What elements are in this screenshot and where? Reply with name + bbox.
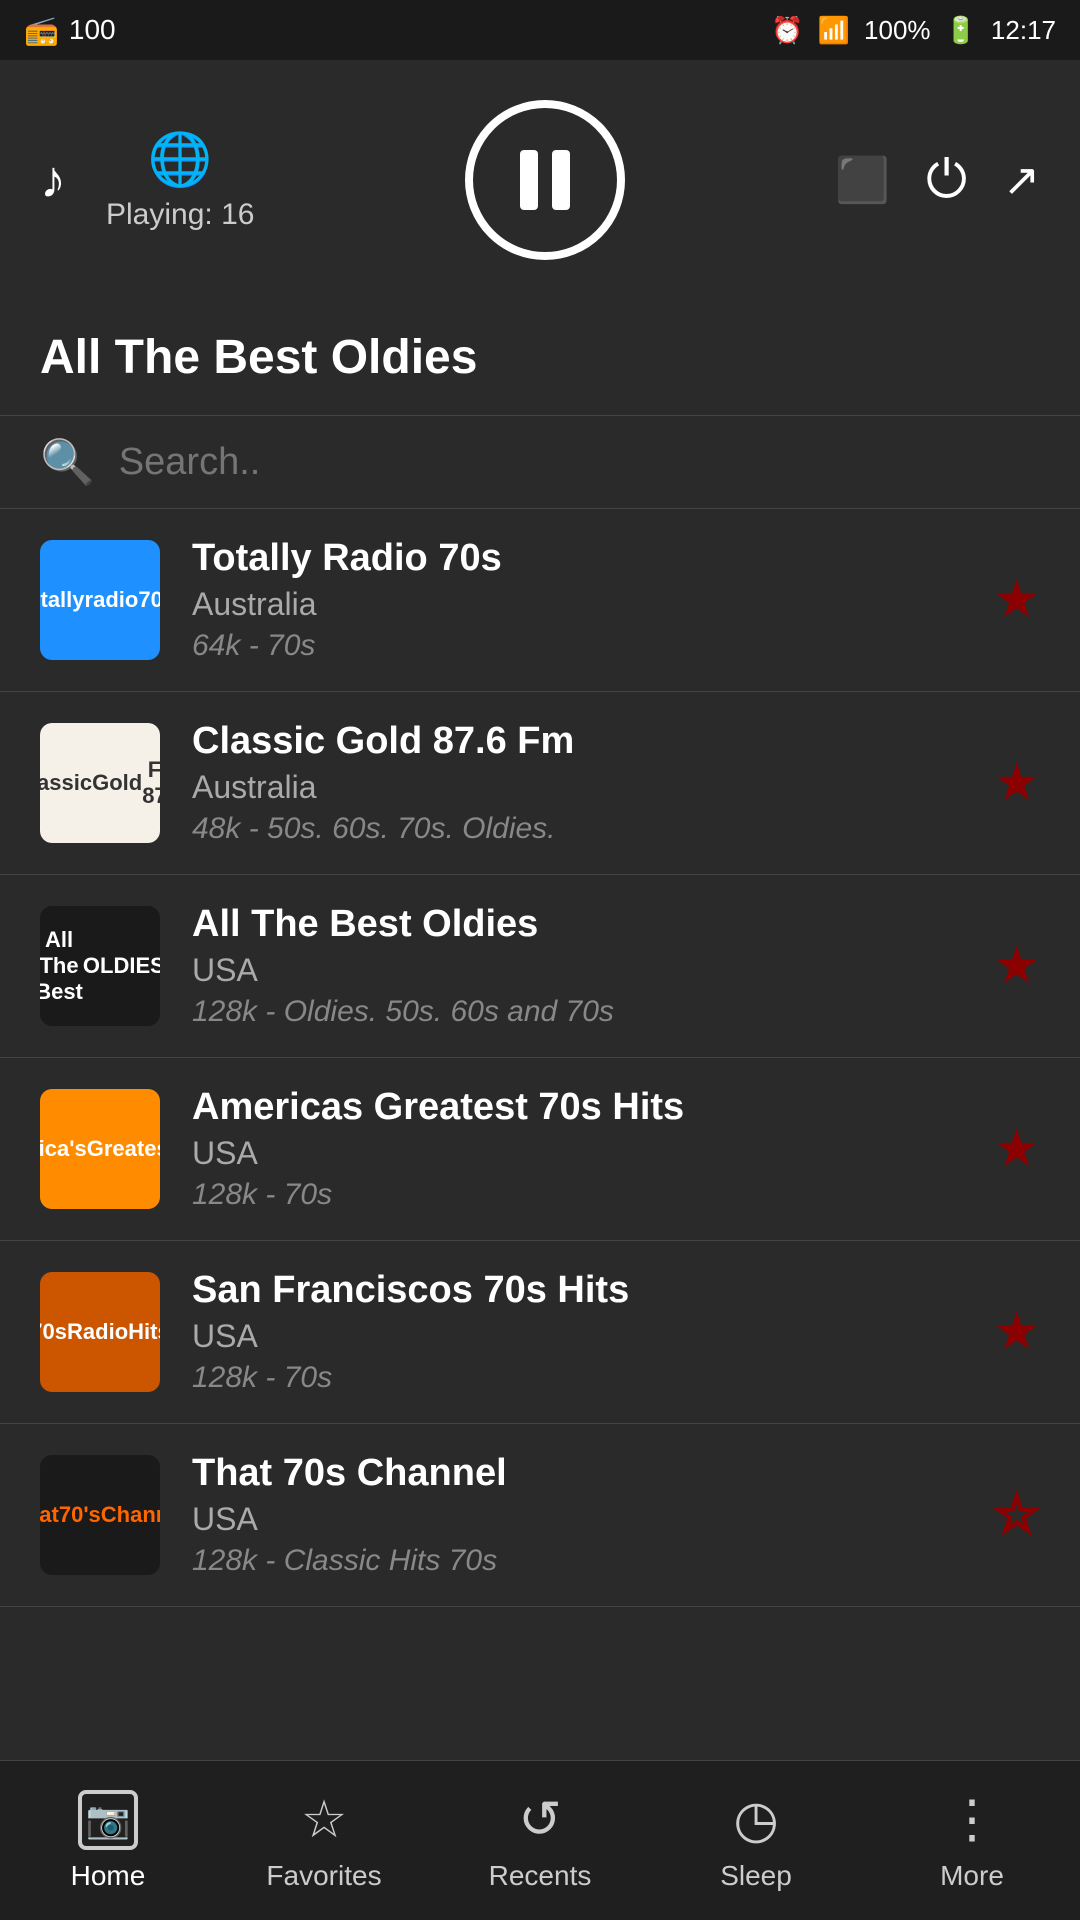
station-meta: 128k - 70s bbox=[192, 1361, 973, 1395]
top-controls: ♪ 🌐 Playing: 16 ⬛ ⏻ ↗ bbox=[0, 60, 1080, 310]
nav-item-more[interactable]: ⋮ More bbox=[864, 1790, 1080, 1892]
controls-row: ♪ 🌐 Playing: 16 ⬛ ⏻ ↗ bbox=[40, 100, 1040, 260]
nav-item-sleep[interactable]: ◷ Sleep bbox=[648, 1790, 864, 1892]
station-name: San Franciscos 70s Hits bbox=[192, 1269, 973, 1312]
search-container: 🔍 bbox=[0, 415, 1080, 509]
station-name: Classic Gold 87.6 Fm bbox=[192, 720, 973, 763]
more-icon: ⋮ bbox=[946, 1790, 998, 1850]
station-item[interactable]: ClassicGoldFM 87.6 Classic Gold 87.6 Fm … bbox=[0, 692, 1080, 875]
station-info: That 70s Channel USA 128k - Classic Hits… bbox=[192, 1452, 973, 1578]
station-meta: 48k - 50s. 60s. 70s. Oldies. bbox=[192, 812, 973, 846]
station-list: totallyradio70's Totally Radio 70s Austr… bbox=[0, 509, 1080, 1920]
station-item[interactable]: 70sRadioHits San Franciscos 70s Hits USA… bbox=[0, 1241, 1080, 1424]
favorite-star-empty[interactable]: ☆ bbox=[993, 1485, 1040, 1545]
station-meta: 128k - Oldies. 50s. 60s and 70s bbox=[192, 995, 973, 1029]
station-name: Totally Radio 70s bbox=[192, 537, 973, 580]
pause-bar-right bbox=[552, 150, 570, 210]
station-item[interactable]: All The BestOLDIES All The Best Oldies U… bbox=[0, 875, 1080, 1058]
status-left: 📻 100 bbox=[24, 14, 116, 47]
station-logo: All The BestOLDIES bbox=[40, 906, 160, 1026]
bottom-nav: 📷 Home ☆ Favorites ↺ Recents ◷ Sleep ⋮ M… bbox=[0, 1760, 1080, 1920]
station-logo: totallyradio70's bbox=[40, 540, 160, 660]
station-logo: That70'sChannel bbox=[40, 1455, 160, 1575]
right-icons: ⬛ ⏻ ↗ bbox=[835, 150, 1040, 211]
status-number: 100 bbox=[69, 14, 116, 46]
wifi-icon: 📶 bbox=[818, 15, 850, 46]
globe-icon[interactable]: 🌐 bbox=[148, 129, 213, 190]
power-icon[interactable]: ⏻ bbox=[926, 150, 967, 211]
nav-item-recents[interactable]: ↺ Recents bbox=[432, 1790, 648, 1892]
station-name: All The Best Oldies bbox=[192, 903, 973, 946]
pause-icon bbox=[520, 150, 570, 210]
station-logo: America'sGreatest70s Hits bbox=[40, 1089, 160, 1209]
nav-label-favorites: Favorites bbox=[266, 1860, 381, 1892]
station-meta: 128k - Classic Hits 70s bbox=[192, 1544, 973, 1578]
nav-item-home[interactable]: 📷 Home bbox=[0, 1790, 216, 1892]
station-country: USA bbox=[192, 1501, 973, 1538]
nav-label-sleep: Sleep bbox=[720, 1860, 792, 1892]
favorite-star[interactable]: ★ bbox=[993, 753, 1040, 813]
battery-icon: 🔋 bbox=[945, 15, 977, 46]
pause-button[interactable] bbox=[465, 100, 625, 260]
station-info: All The Best Oldies USA 128k - Oldies. 5… bbox=[192, 903, 973, 1029]
playing-text: Playing: 16 bbox=[106, 198, 254, 232]
alarm-icon: ⏰ bbox=[771, 15, 803, 46]
station-country: USA bbox=[192, 1135, 973, 1172]
favorite-star[interactable]: ★ bbox=[993, 1119, 1040, 1179]
sleep-icon: ◷ bbox=[733, 1790, 778, 1850]
station-logo: 70sRadioHits bbox=[40, 1272, 160, 1392]
station-country: Australia bbox=[192, 586, 973, 623]
station-logo: ClassicGoldFM 87.6 bbox=[40, 723, 160, 843]
station-name: That 70s Channel bbox=[192, 1452, 973, 1495]
search-input[interactable] bbox=[119, 441, 1040, 484]
nav-item-favorites[interactable]: ☆ Favorites bbox=[216, 1790, 432, 1892]
battery-level: 100% bbox=[864, 15, 931, 46]
favorites-icon: ☆ bbox=[301, 1790, 348, 1850]
time-display: 12:17 bbox=[991, 15, 1056, 46]
stop-icon[interactable]: ⬛ bbox=[835, 154, 890, 206]
recents-icon: ↺ bbox=[518, 1790, 562, 1850]
station-country: Australia bbox=[192, 769, 973, 806]
content-area: ♪ 🌐 Playing: 16 ⬛ ⏻ ↗ bbox=[0, 60, 1080, 1920]
nav-label-more: More bbox=[940, 1860, 1004, 1892]
pause-bar-left bbox=[520, 150, 538, 210]
left-icons: ♪ 🌐 Playing: 16 bbox=[40, 129, 254, 232]
music-note-icon[interactable]: ♪ bbox=[40, 150, 66, 210]
station-name: Americas Greatest 70s Hits bbox=[192, 1086, 973, 1129]
status-bar: 📻 100 ⏰ 📶 100% 🔋 12:17 bbox=[0, 0, 1080, 60]
station-info: San Franciscos 70s Hits USA 128k - 70s bbox=[192, 1269, 973, 1395]
app-icon: 📻 bbox=[24, 14, 59, 47]
search-icon: 🔍 bbox=[40, 436, 95, 488]
station-item[interactable]: totallyradio70's Totally Radio 70s Austr… bbox=[0, 509, 1080, 692]
favorite-star[interactable]: ★ bbox=[993, 570, 1040, 630]
nav-label-home: Home bbox=[71, 1860, 146, 1892]
favorite-star[interactable]: ★ bbox=[993, 936, 1040, 996]
station-country: USA bbox=[192, 952, 973, 989]
nav-label-recents: Recents bbox=[489, 1860, 592, 1892]
share-icon[interactable]: ↗ bbox=[1003, 155, 1040, 206]
status-right: ⏰ 📶 100% 🔋 12:17 bbox=[771, 15, 1056, 46]
favorite-star[interactable]: ★ bbox=[993, 1302, 1040, 1362]
station-meta: 64k - 70s bbox=[192, 629, 973, 663]
station-item[interactable]: America'sGreatest70s Hits Americas Great… bbox=[0, 1058, 1080, 1241]
station-country: USA bbox=[192, 1318, 973, 1355]
station-info: Americas Greatest 70s Hits USA 128k - 70… bbox=[192, 1086, 973, 1212]
home-icon: 📷 bbox=[78, 1790, 138, 1850]
app-wrapper: ♪ 🌐 Playing: 16 ⬛ ⏻ ↗ bbox=[0, 60, 1080, 1920]
now-playing-title: All The Best Oldies bbox=[0, 310, 1080, 415]
station-item[interactable]: That70'sChannel That 70s Channel USA 128… bbox=[0, 1424, 1080, 1607]
station-meta: 128k - 70s bbox=[192, 1178, 973, 1212]
station-info: Classic Gold 87.6 Fm Australia 48k - 50s… bbox=[192, 720, 973, 846]
station-info: Totally Radio 70s Australia 64k - 70s bbox=[192, 537, 973, 663]
